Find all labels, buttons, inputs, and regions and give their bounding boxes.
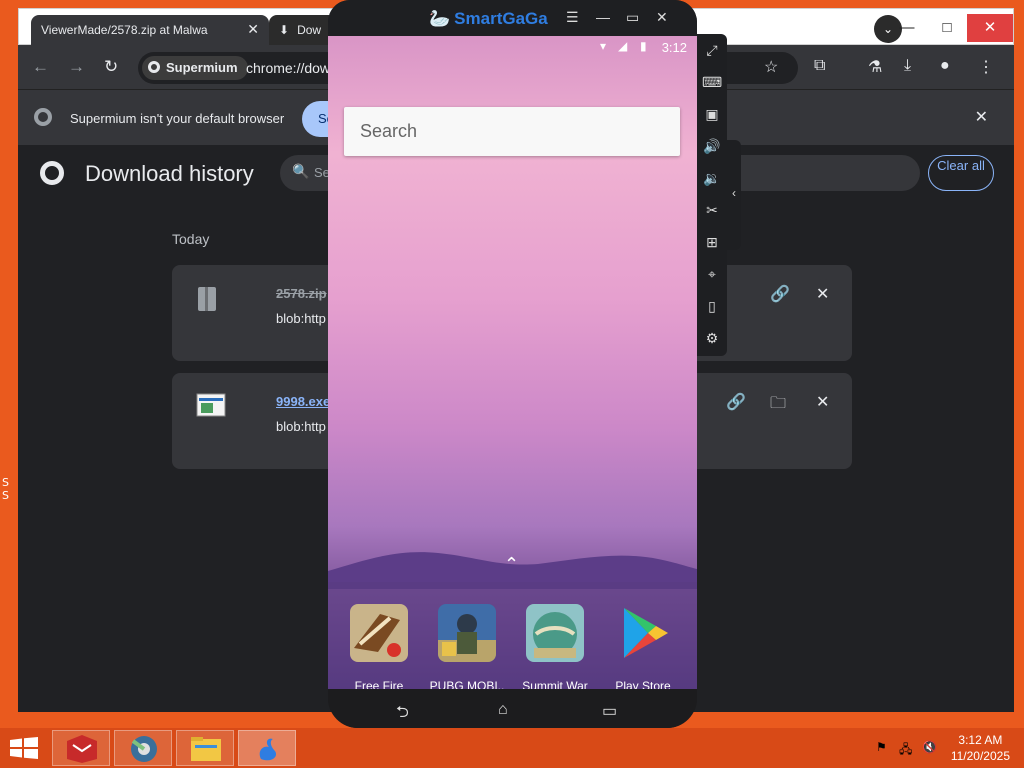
window-controls: — □ ✕ <box>887 9 1013 46</box>
android-homescreen: ▾ ◢ ▮ 3:12 Search ⌃ Free Fire PUBG MOBI.… <box>328 36 697 693</box>
emulator-close-icon[interactable]: ✕ <box>656 9 668 26</box>
volume-muted-icon[interactable]: 🔇 <box>922 740 937 754</box>
file-url: blob:http <box>276 419 326 434</box>
network-icon[interactable]: 🖧 <box>899 740 912 761</box>
maximize-icon[interactable]: □ <box>927 19 967 36</box>
back-nav-icon[interactable]: ⮌ <box>396 701 409 728</box>
taskbar-app-smartgaga[interactable] <box>238 730 296 766</box>
minimize-icon[interactable]: — <box>887 19 927 36</box>
date-section-label: Today <box>172 231 210 247</box>
app-free-fire[interactable]: Free Fire <box>335 604 423 693</box>
shake-icon[interactable]: ▯ <box>702 296 722 316</box>
summit-war-icon <box>526 604 584 662</box>
tab-close-icon[interactable]: ✕ <box>247 21 259 38</box>
copy-link-icon[interactable]: 🔗 <box>726 392 746 412</box>
emulator-side-toolbar: ⤢ ⌨ ▣ 🔊 🔉 ✂ ⊞ ⌖ ▯ ⚙ <box>697 34 727 356</box>
emulator-minimize-icon[interactable]: — <box>596 9 610 25</box>
page-title: Download history <box>85 161 254 186</box>
reload-icon[interactable]: ↻ <box>104 57 118 77</box>
fullscreen-icon[interactable]: ⤢ <box>702 40 722 60</box>
app-dock: Free Fire PUBG MOBI.. Summit War Play St… <box>328 582 697 693</box>
tab-label: ViewerMade/2578.zip at Malwa <box>41 23 208 37</box>
battery-icon: ▮ <box>640 39 647 53</box>
multi-instance-icon[interactable]: ⊞ <box>702 232 722 252</box>
extensions-icon[interactable]: ⧉ <box>814 57 825 75</box>
taskbar-app-browser[interactable] <box>114 730 172 766</box>
profile-icon[interactable]: ● <box>940 57 950 75</box>
forward-arrow-icon[interactable]: → <box>68 57 85 77</box>
emulator-maximize-icon[interactable]: ▭ <box>626 9 639 26</box>
window-close-icon[interactable]: ✕ <box>967 13 1013 42</box>
status-time: 3:12 <box>661 40 687 55</box>
supermium-logo-icon <box>131 736 157 762</box>
free-fire-icon <box>350 604 408 662</box>
clock-time: 3:12 AM <box>958 733 1003 747</box>
bookmark-star-icon[interactable]: ☆ <box>764 57 778 77</box>
screenshot-scissors-icon[interactable]: ✂ <box>702 200 722 220</box>
emulator-menu-icon[interactable]: ☰ <box>566 9 579 26</box>
file-url: blob:http <box>276 311 326 326</box>
emulator-window: 🦢 SmartGaGa ☰ — ▭ ✕ ▾ ◢ ▮ 3:12 Search ⌃ F… <box>328 0 697 728</box>
recents-nav-icon[interactable]: ▭ <box>602 701 617 721</box>
keyboard-icon[interactable]: ⌨ <box>702 72 722 92</box>
remove-item-icon[interactable]: ✕ <box>816 284 829 304</box>
infobar-message: Supermium isn't your default browser <box>70 111 285 126</box>
download-icon: ⬇ <box>279 23 290 37</box>
clear-all-button[interactable]: Clear all <box>928 155 994 191</box>
show-in-folder-icon[interactable]: 🗀 <box>770 392 786 419</box>
brand-text: SmartGaGa <box>454 9 548 28</box>
back-arrow-icon[interactable]: ← <box>32 57 49 77</box>
clock-date: 11/20/2025 <box>950 749 1010 763</box>
emulator-titlebar[interactable]: 🦢 SmartGaGa ☰ — ▭ ✕ <box>328 0 697 36</box>
volume-up-icon[interactable]: 🔊 <box>702 136 722 156</box>
android-status-bar: ▾ ◢ ▮ 3:12 <box>328 36 697 58</box>
remove-item-icon[interactable]: ✕ <box>816 392 829 412</box>
emulator-brand: 🦢 SmartGaGa <box>429 9 548 29</box>
app-drawer-chevron-icon[interactable]: ⌃ <box>504 554 519 575</box>
folder-icon <box>191 737 221 761</box>
chrome-logo-icon <box>40 161 64 185</box>
system-clock[interactable]: 3:12 AM 11/20/2025 <box>951 732 1010 764</box>
wifi-icon: ▾ <box>600 39 607 53</box>
pubg-icon <box>438 604 496 662</box>
windows-start-icon[interactable] <box>10 737 38 759</box>
tab-label: Dow <box>297 23 322 37</box>
app-play-store[interactable]: Play Store <box>599 604 687 693</box>
site-chip[interactable]: Supermium <box>142 56 248 80</box>
cell-signal-icon: ◢ <box>618 39 628 53</box>
url-text: chrome://dow <box>246 60 331 76</box>
taskbar-app-explorer[interactable] <box>176 730 234 766</box>
swan-logo-icon: 🦢 <box>429 9 451 28</box>
action-center-flag-icon[interactable]: ⚑ <box>876 740 887 754</box>
red-box-icon <box>67 735 97 763</box>
supermium-logo-icon <box>34 108 52 126</box>
copy-link-icon[interactable]: 🔗 <box>770 284 790 304</box>
menu-kebab-icon[interactable]: ⋮ <box>978 57 994 77</box>
location-icon[interactable]: ⌖ <box>702 264 722 284</box>
desktop-icon-label[interactable]: SS <box>2 476 9 502</box>
downloads-icon[interactable]: ⤓ <box>904 57 911 75</box>
search-icon: 🔍 <box>292 163 310 179</box>
zip-file-icon <box>198 287 216 311</box>
file-name-link[interactable]: 9998.exe <box>276 394 330 409</box>
google-search-bar[interactable]: Search <box>344 107 680 156</box>
volume-down-icon[interactable]: 🔉 <box>702 168 722 188</box>
play-store-icon <box>624 608 668 658</box>
app-summit-war[interactable]: Summit War <box>511 604 599 693</box>
tab-viewermade[interactable]: ViewerMade/2578.zip at Malwa ✕ <box>31 15 269 46</box>
swan-logo-icon <box>259 738 277 761</box>
app-pubg[interactable]: PUBG MOBI.. <box>423 604 511 693</box>
file-name: 2578.zip <box>276 286 327 301</box>
collapse-toolbar-chevron-icon[interactable]: ‹ <box>727 140 741 250</box>
exe-file-icon <box>196 393 226 417</box>
infobar-close-icon[interactable]: ✕ <box>975 107 988 127</box>
settings-gear-icon[interactable]: ⚙ <box>702 328 722 348</box>
taskbar-app-malware-tool[interactable] <box>52 730 110 766</box>
taskbar: ⚑ 🖧 🔇 3:12 AM 11/20/2025 <box>0 728 1024 768</box>
search-placeholder: Search <box>360 121 418 141</box>
labs-flask-icon[interactable]: ⚗ <box>868 57 882 77</box>
home-nav-icon[interactable]: ⌂ <box>498 701 508 719</box>
apk-install-icon[interactable]: ▣ <box>702 104 722 124</box>
android-nav-bar: ⮌ ⌂ ▭ <box>328 689 697 728</box>
